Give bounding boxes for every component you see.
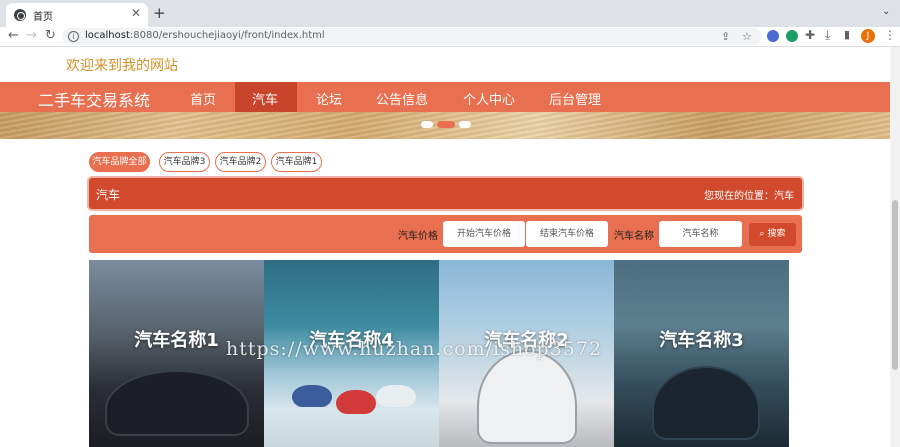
url-field[interactable]: i localhost:8080/ershouchejiaoyi/front/i… — [62, 28, 762, 45]
profile-avatar[interactable]: J — [861, 29, 875, 43]
watermark-text: https://www.huzhan.com/ishop3572 — [226, 338, 603, 360]
breadcrumb: 您现在的位置：汽车 — [704, 191, 794, 202]
scrollbar-thumb[interactable] — [892, 200, 898, 370]
nav-profile[interactable]: 个人中心 — [463, 89, 515, 108]
share-icon[interactable]: ⇪ — [721, 30, 730, 43]
brand-filter-1[interactable]: 汽车品牌1 — [271, 152, 322, 172]
section-title-bar: 汽车 您现在的位置：汽车 — [89, 178, 802, 209]
extension-icon[interactable] — [786, 30, 798, 42]
sidepanel-icon[interactable]: ▮ — [844, 28, 850, 41]
carousel-dot-1[interactable] — [421, 121, 433, 128]
welcome-text: 欢迎来到我的网站 — [66, 58, 178, 74]
car-image — [107, 372, 247, 434]
chevron-down-icon[interactable]: ⌄ — [882, 6, 890, 17]
nav-notices[interactable]: 公告信息 — [376, 89, 428, 108]
site-title: 二手车交易系统 — [38, 91, 151, 110]
back-icon[interactable]: ← — [8, 28, 19, 43]
nav-cars[interactable]: 汽车 — [252, 89, 278, 108]
search-bar: 汽车价格 汽车名称 ⌕ 搜索 — [89, 215, 802, 253]
price-end-input[interactable] — [526, 221, 608, 247]
more-icon[interactable]: ⋮ — [884, 28, 896, 42]
brand-filter-all[interactable]: 汽车品牌全部 — [89, 152, 150, 172]
search-icon: ⌕ — [759, 229, 765, 239]
car-name-input[interactable] — [659, 221, 742, 247]
brave-extension-icon[interactable] — [767, 30, 779, 42]
car-name: 汽车名称3 — [659, 330, 744, 351]
car-card-4[interactable]: 汽车名称3 — [614, 260, 789, 447]
browser-tab-bar: 首页 ✕ + ⌄ — [0, 0, 900, 27]
carousel-dot-3[interactable] — [459, 121, 471, 128]
brand-filter-2[interactable]: 汽车品牌2 — [215, 152, 266, 172]
price-label: 汽车价格 — [398, 231, 438, 242]
close-icon[interactable]: ✕ — [131, 6, 141, 20]
carousel-dot-2[interactable] — [437, 121, 455, 128]
search-button[interactable]: ⌕ 搜索 — [749, 223, 796, 246]
name-label: 汽车名称 — [614, 231, 654, 242]
puzzle-icon[interactable]: ✚ — [805, 28, 815, 42]
tab-title: 首页 — [33, 12, 53, 23]
download-icon[interactable]: ⤓ — [825, 28, 830, 43]
brand-filter-3[interactable]: 汽车品牌3 — [159, 152, 210, 172]
nav-home[interactable]: 首页 — [190, 89, 216, 108]
nav-admin[interactable]: 后台管理 — [549, 89, 601, 108]
browser-tab[interactable]: 首页 ✕ — [6, 3, 148, 27]
main-navbar: 二手车交易系统 首页 汽车 论坛 公告信息 个人中心 后台管理 — [0, 82, 890, 112]
car-image — [479, 352, 575, 442]
info-icon[interactable]: i — [68, 31, 79, 42]
address-bar: ← → ↻ i localhost:8080/ershouchejiaoyi/f… — [0, 27, 900, 47]
price-start-input[interactable] — [443, 221, 525, 247]
reload-icon[interactable]: ↻ — [45, 28, 56, 43]
nav-forum[interactable]: 论坛 — [316, 89, 342, 108]
globe-icon — [14, 9, 26, 21]
section-title: 汽车 — [96, 188, 121, 202]
forward-icon[interactable]: → — [26, 28, 37, 43]
star-icon[interactable]: ☆ — [742, 30, 752, 43]
new-tab-icon[interactable]: + — [153, 4, 166, 22]
url-text: localhost:8080/ershouchejiaoyi/front/ind… — [85, 30, 325, 41]
car-image — [654, 368, 758, 438]
